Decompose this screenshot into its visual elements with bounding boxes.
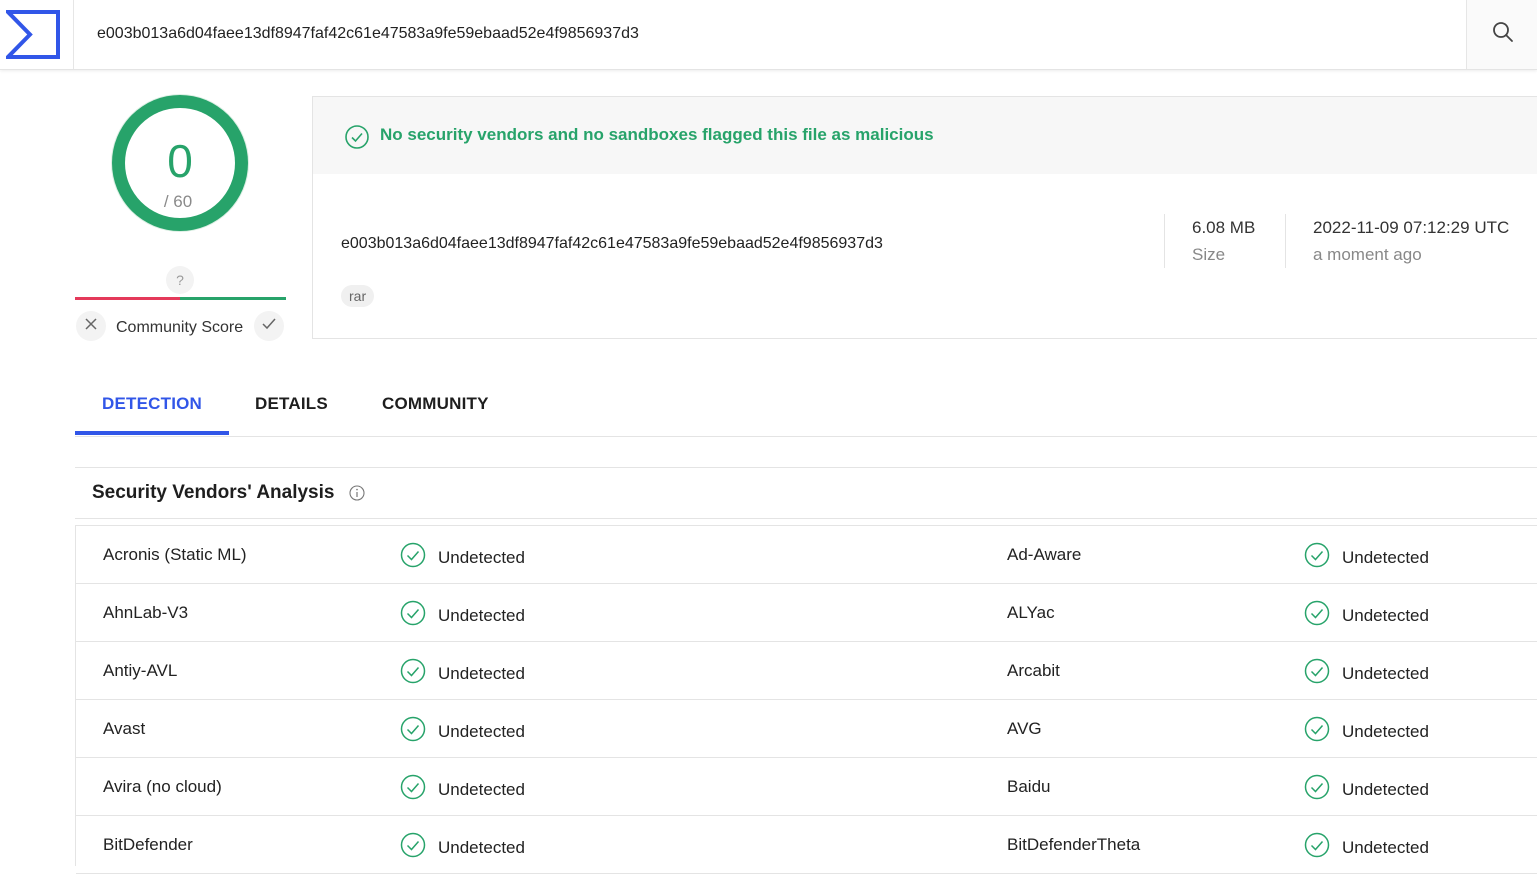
vendor-name: Baidu (1007, 777, 1051, 796)
vendor-name: Avira (no cloud) (103, 777, 222, 796)
score-center: 0 / 60 (125, 108, 235, 218)
info-icon[interactable] (349, 485, 365, 506)
verdict-text: No security vendors and no sandboxes fla… (380, 125, 934, 144)
vendor-status-label: Undetected (438, 605, 525, 625)
vendors-title: Security Vendors' Analysis (92, 482, 335, 503)
vendor-status: Undetected (400, 658, 525, 689)
table-row: Acronis (Static ML) Undetected Ad-Aware Und… (76, 526, 1537, 584)
vendor-status-label: Undetected (438, 721, 525, 741)
vendor-status: Undetected (1304, 542, 1429, 573)
meta-divider (1164, 214, 1165, 268)
active-tab-indicator (75, 431, 229, 435)
vendor-status-label: Undetected (1342, 547, 1429, 567)
close-icon (85, 317, 97, 335)
vendor-status: Undetected (400, 600, 525, 631)
community-score-label: Community Score (116, 319, 244, 336)
vendor-name: ALYac (1007, 603, 1055, 622)
file-summary-card: No security vendors and no sandboxes fla… (312, 96, 1537, 339)
vendor-status-label: Undetected (1342, 663, 1429, 683)
check-circle-icon (400, 542, 426, 573)
vendor-status-label: Undetected (438, 547, 525, 567)
vendor-status: Undetected (400, 542, 525, 573)
vendor-status: Undetected (1304, 600, 1429, 631)
check-circle-icon (400, 600, 426, 631)
vendor-status: Undetected (400, 832, 525, 863)
table-row: Avira (no cloud) Undetected Baidu Undetecte… (76, 758, 1537, 816)
vendor-status-label: Undetected (1342, 837, 1429, 857)
check-circle-icon (1304, 658, 1330, 689)
community-score-badge: ? (166, 266, 194, 294)
vendor-name: Avast (103, 719, 146, 738)
vendor-name: AhnLab-V3 (103, 603, 189, 622)
file-size-value: 6.08 MB (1192, 218, 1256, 237)
detection-count: 0 (167, 135, 193, 187)
vendor-status-label: Undetected (1342, 721, 1429, 741)
vendor-status-label: Undetected (1342, 605, 1429, 625)
check-circle-icon (1304, 542, 1330, 573)
vendor-status: Undetected (1304, 658, 1429, 689)
vendor-name: Ad-Aware (1007, 545, 1082, 564)
community-score-bar-positive (180, 297, 286, 300)
logo-divider (73, 0, 74, 69)
vendor-status-label: Undetected (438, 837, 525, 857)
checkmark-icon (262, 317, 276, 335)
table-row: Avast Undetected AVG Undetected (76, 700, 1537, 758)
report-tabs: DETECTION DETAILS COMMUNITY (75, 380, 1537, 437)
vendor-status-label: Undetected (438, 779, 525, 799)
search-input[interactable] (97, 22, 1437, 46)
analysis-relative-time: a moment ago (1313, 245, 1422, 264)
vendor-status: Undetected (1304, 832, 1429, 863)
file-type-tag[interactable]: rar (341, 285, 375, 307)
vendor-name: AVG (1007, 719, 1042, 738)
vote-harmless-button[interactable] (254, 311, 284, 341)
check-circle-icon (1304, 600, 1330, 631)
vendor-status-label: Undetected (1342, 779, 1429, 799)
engine-total: / 60 (163, 192, 193, 211)
top-bar (0, 0, 1537, 70)
vendor-status: Undetected (400, 774, 525, 805)
vendor-status: Undetected (1304, 774, 1429, 805)
check-circle-icon (400, 832, 426, 863)
vendor-status: Undetected (400, 716, 525, 747)
vendor-name: BitDefender (103, 835, 193, 854)
check-circle-icon (400, 658, 426, 689)
file-hash[interactable]: e003b013a6d04faee13df8947faf42c61e47583a… (341, 235, 883, 253)
check-circle-icon (1304, 832, 1330, 863)
check-circle-icon (400, 774, 426, 805)
verdict-banner: No security vendors and no sandboxes fla… (313, 97, 1537, 174)
search-icon (1492, 21, 1514, 48)
vendor-status-label: Undetected (438, 663, 525, 683)
check-circle-icon (1304, 774, 1330, 805)
table-row: BitDefender Undetected BitDefenderTheta Und… (76, 816, 1537, 874)
check-circle-icon (345, 125, 369, 154)
vendor-name: Arcabit (1007, 661, 1060, 680)
community-score-bar-negative (75, 297, 180, 300)
table-row: AhnLab-V3 Undetected ALYac Undetected (76, 584, 1537, 642)
tab-details[interactable]: DETAILS (255, 394, 328, 414)
vendor-name: Antiy-AVL (103, 661, 178, 680)
vendors-section-header: Security Vendors' Analysis (75, 467, 1537, 519)
check-circle-icon (1304, 716, 1330, 747)
file-size-label: Size (1192, 245, 1226, 264)
tab-detection[interactable]: DETECTION (102, 394, 202, 414)
vendor-name: Acronis (Static ML) (103, 545, 247, 564)
virustotal-logo-icon[interactable] (3, 10, 60, 59)
vendor-results-table: Acronis (Static ML) Undetected Ad-Aware Und… (75, 525, 1537, 874)
vendor-status: Undetected (1304, 716, 1429, 747)
search-button[interactable] (1466, 0, 1537, 69)
meta-divider (1285, 214, 1286, 268)
table-row: Antiy-AVL Undetected Arcabit Undetected (76, 642, 1537, 700)
tab-community[interactable]: COMMUNITY (382, 394, 489, 414)
analysis-date: 2022-11-09 07:12:29 UTC (1313, 218, 1510, 237)
detection-score-ring: 0 / 60 (112, 95, 248, 231)
vote-harmful-button[interactable] (76, 311, 106, 341)
vendor-name: BitDefenderTheta (1007, 835, 1141, 854)
check-circle-icon (400, 716, 426, 747)
